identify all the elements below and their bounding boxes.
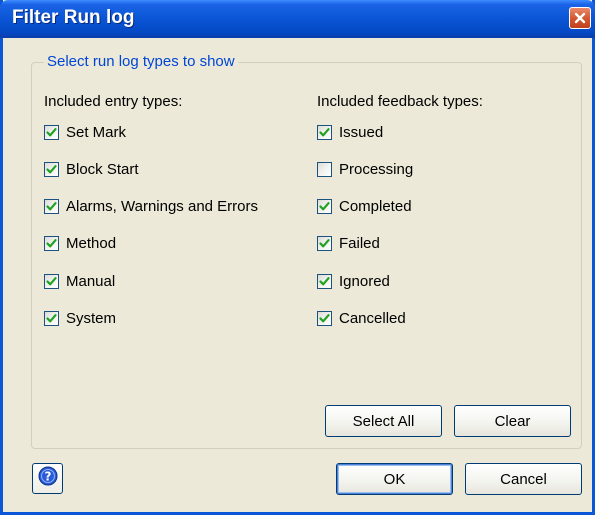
checkbox-label: Ignored bbox=[339, 272, 390, 290]
checkbox-label: Block Start bbox=[66, 160, 139, 178]
checkbox[interactable] bbox=[44, 199, 59, 215]
checkbox-row[interactable]: Completed bbox=[317, 198, 412, 216]
svg-text:?: ? bbox=[44, 470, 51, 484]
checkbox-label: Method bbox=[66, 235, 117, 253]
checkbox-row[interactable]: Block Start bbox=[44, 160, 139, 178]
title-bar[interactable]: Filter Run log bbox=[0, 0, 595, 38]
select-all-button[interactable]: Select All bbox=[325, 405, 442, 437]
feedback-types-heading: Included feedback types: bbox=[317, 93, 483, 110]
checkbox-label: Alarms, Warnings and Errors bbox=[66, 198, 258, 216]
checkbox-row[interactable]: Set Mark bbox=[44, 123, 126, 141]
checkbox-label: Set Mark bbox=[66, 123, 127, 141]
checkbox-row[interactable]: Issued bbox=[317, 123, 383, 141]
entry-types-heading: Included entry types: bbox=[44, 93, 183, 110]
checkbox[interactable] bbox=[317, 161, 332, 177]
checkbox-row[interactable]: Failed bbox=[317, 235, 380, 253]
checkbox-row[interactable]: System bbox=[44, 310, 116, 328]
checkbox[interactable] bbox=[317, 124, 332, 140]
checkbox[interactable] bbox=[44, 273, 59, 289]
checkbox-row[interactable]: Method bbox=[44, 235, 116, 253]
checkbox[interactable] bbox=[317, 273, 332, 289]
checkmark-icon bbox=[46, 276, 57, 286]
checkbox[interactable] bbox=[317, 311, 332, 326]
checkbox[interactable] bbox=[44, 161, 59, 177]
checkmark-icon bbox=[319, 314, 330, 323]
checkbox-row[interactable]: Ignored bbox=[317, 272, 390, 290]
checkmark-icon bbox=[46, 239, 57, 248]
checkbox[interactable] bbox=[44, 311, 59, 326]
checkmark-icon bbox=[319, 239, 330, 248]
checkbox-label: Processing bbox=[339, 160, 414, 178]
checkbox-row[interactable]: Manual bbox=[44, 272, 115, 290]
checkmark-icon bbox=[319, 276, 330, 286]
clear-button[interactable]: Clear bbox=[454, 405, 571, 437]
close-icon bbox=[574, 12, 586, 24]
checkbox-label: Failed bbox=[339, 235, 380, 253]
checkmark-icon bbox=[46, 202, 57, 211]
checkbox[interactable] bbox=[44, 124, 59, 140]
checkbox[interactable] bbox=[317, 199, 332, 215]
checkbox-row[interactable]: Alarms, Warnings and Errors bbox=[44, 198, 258, 216]
checkbox-label: Completed bbox=[339, 198, 412, 216]
checkbox[interactable] bbox=[44, 236, 59, 252]
checkbox-label: System bbox=[66, 310, 117, 327]
checkbox-label: Manual bbox=[66, 272, 116, 290]
window-title: Filter Run log bbox=[12, 7, 135, 28]
group-legend: Select run log types to show bbox=[44, 53, 238, 70]
checkmark-icon bbox=[46, 127, 57, 136]
run-log-types-group bbox=[31, 62, 582, 449]
checkmark-icon bbox=[319, 202, 330, 211]
checkmark-icon bbox=[46, 164, 57, 174]
checkbox-label: Cancelled bbox=[339, 310, 406, 327]
checkmark-icon bbox=[46, 314, 57, 323]
help-icon: ? bbox=[38, 466, 58, 491]
checkmark-icon bbox=[319, 127, 330, 136]
ok-button[interactable]: OK bbox=[336, 463, 453, 495]
checkbox-label: Issued bbox=[339, 123, 384, 141]
checkbox-row[interactable]: Cancelled bbox=[317, 310, 406, 328]
cancel-button[interactable]: Cancel bbox=[465, 463, 582, 495]
help-button[interactable]: ? bbox=[32, 463, 63, 494]
close-button[interactable] bbox=[569, 7, 591, 29]
checkbox-row[interactable]: Processing bbox=[317, 160, 413, 178]
checkbox[interactable] bbox=[317, 236, 332, 252]
